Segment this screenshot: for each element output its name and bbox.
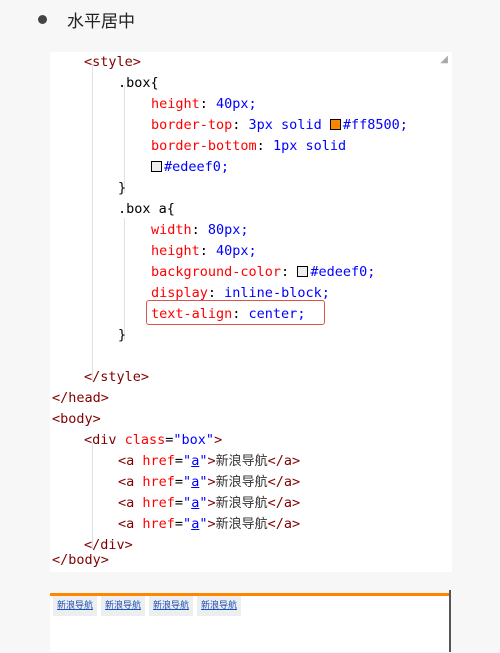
code-line: width: 80px; [151,222,249,238]
indent-guide [124,85,125,193]
code-line: .box a{ [118,201,175,217]
corner-mark-icon: ◢ [440,54,448,65]
code-line: } [118,180,127,196]
indent-guide [92,64,93,382]
color-swatch-orange-icon [329,119,341,130]
code-line: background-color: #edeef0; [151,264,376,280]
code-line: #edeef0; [151,157,229,178]
code-line: </body> [52,552,109,568]
code-line: .box{ [118,75,159,91]
color-swatch-grey-icon [297,266,309,277]
heading-text: 水平居中 [67,11,135,32]
indent-guide [124,218,125,340]
code-panel: ◢ <style> .box{ height: 40px; border-top… [50,52,452,572]
code-line: height: 40px; [151,243,257,259]
code-line: border-bottom: 1px solid [151,138,347,154]
code-line: </style> [84,369,150,385]
nav-link[interactable]: 新浪导航 [149,596,193,616]
code-line: <div class="box"> [84,432,223,448]
highlight-box [146,300,325,325]
code-line: <style> [84,54,141,70]
code-line: <a href="a">新浪导航</a> [118,474,301,490]
code-line: <a href="a">新浪导航</a> [118,516,301,532]
code-line: border-top: 3px solid #ff8500; [151,117,408,133]
code-line: <a href="a">新浪导航</a> [118,453,301,469]
preview-edge [449,590,451,652]
nav-link[interactable]: 新浪导航 [101,596,145,616]
code-line: <body> [52,411,101,427]
indent-guide [92,443,93,549]
bullet-icon [38,14,47,24]
code-line: } [118,327,127,343]
color-swatch-grey-icon [151,161,162,172]
section-heading: 水平居中 [38,7,135,32]
nav-link[interactable]: 新浪导航 [197,596,241,616]
rendered-preview: 新浪导航 新浪导航 新浪导航 新浪导航 [50,593,450,652]
code-line: height: 40px; [151,96,257,112]
code-line: </head> [52,390,109,406]
code-line: <a href="a">新浪导航</a> [118,495,301,511]
nav-link[interactable]: 新浪导航 [53,596,97,616]
